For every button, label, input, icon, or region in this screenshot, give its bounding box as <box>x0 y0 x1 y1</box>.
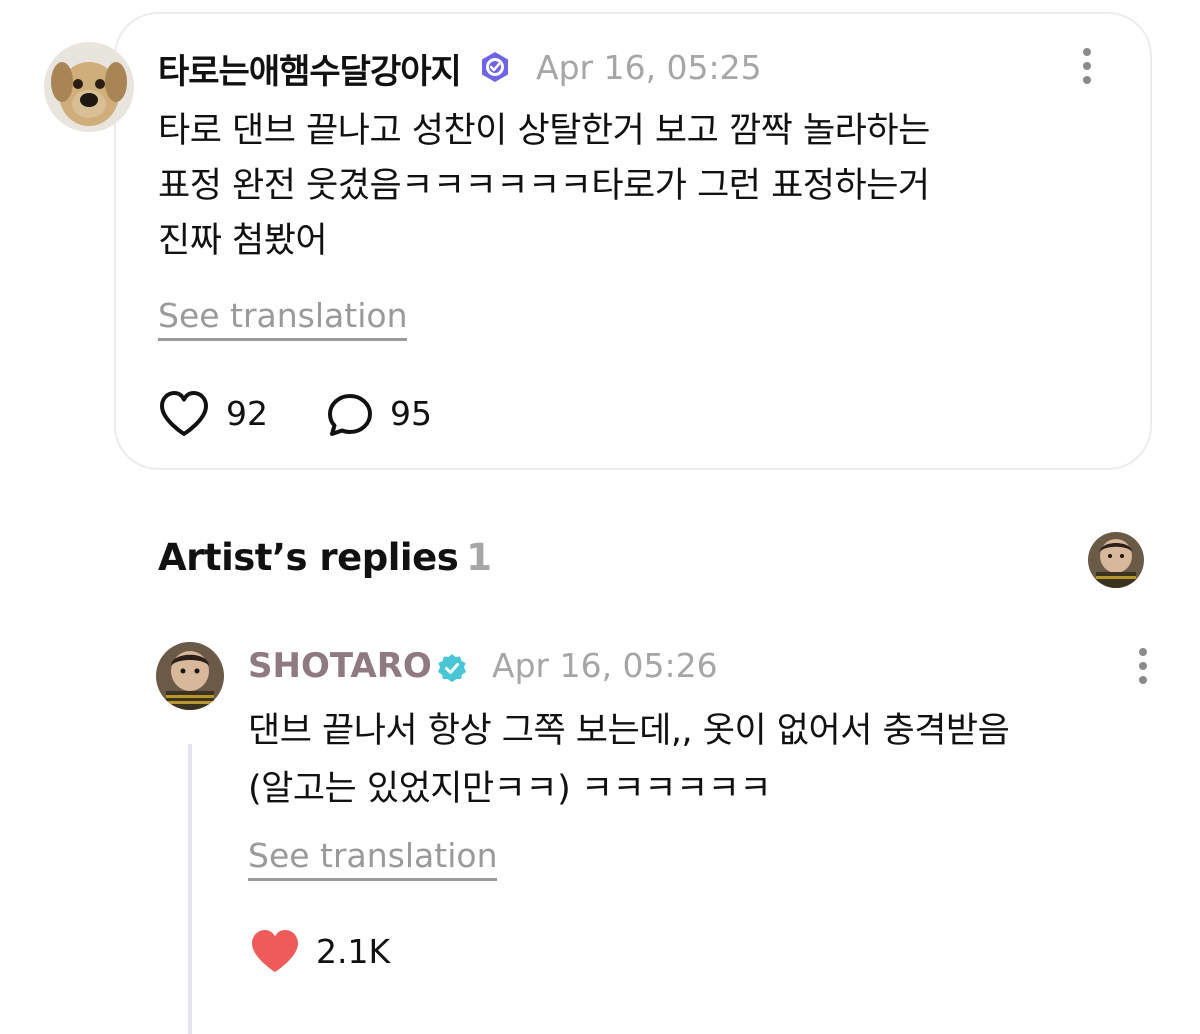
reply-thread-line <box>188 744 192 1034</box>
like-count: 92 <box>226 394 268 433</box>
artist-replies-count: 1 <box>466 536 492 579</box>
artist-avatar-small[interactable] <box>1088 532 1144 588</box>
see-translation-link[interactable]: See translation <box>158 296 408 341</box>
reply-see-translation-link[interactable]: See translation <box>248 836 498 881</box>
artist-replies-heading: Artist’s replies 1 <box>158 536 492 579</box>
reply-text: 댄브 끝나서 항상 그쪽 보는데,, 옷이 없어서 충격받음 (알고는 있었지만… <box>248 711 1010 809</box>
baby-avatar-image <box>156 642 224 710</box>
artist-replies-title: Artist’s replies <box>158 536 459 579</box>
post-username[interactable]: 타로는애햄수달강아지 <box>158 44 462 93</box>
heart-filled-icon[interactable] <box>250 928 300 974</box>
baby-avatar-image <box>1088 532 1144 588</box>
puppy-avatar-image <box>44 42 134 132</box>
more-vertical-icon <box>1139 648 1147 656</box>
reply-like-count: 2.1K <box>316 932 391 971</box>
artist-avatar[interactable] <box>156 642 224 710</box>
verified-badge-icon <box>436 652 468 684</box>
user-avatar[interactable] <box>44 42 134 132</box>
comment-count: 95 <box>390 394 432 433</box>
reply-more-options-button[interactable] <box>1136 648 1150 688</box>
more-vertical-icon <box>1083 48 1091 56</box>
reply-timestamp: Apr 16, 05:26 <box>492 646 718 685</box>
artist-username[interactable]: SHOTARO <box>248 646 432 686</box>
speech-bubble-icon[interactable] <box>326 392 374 438</box>
verified-badge-icon <box>478 50 512 84</box>
more-options-button[interactable] <box>1080 48 1094 88</box>
post-timestamp: Apr 16, 05:25 <box>536 48 762 87</box>
post-text: 타로 댄브 끝나고 성찬이 상탈한거 보고 깜짝 놀라하는 표정 완전 웃겼음ㅋ… <box>158 111 930 261</box>
heart-outline-icon[interactable] <box>158 390 210 438</box>
